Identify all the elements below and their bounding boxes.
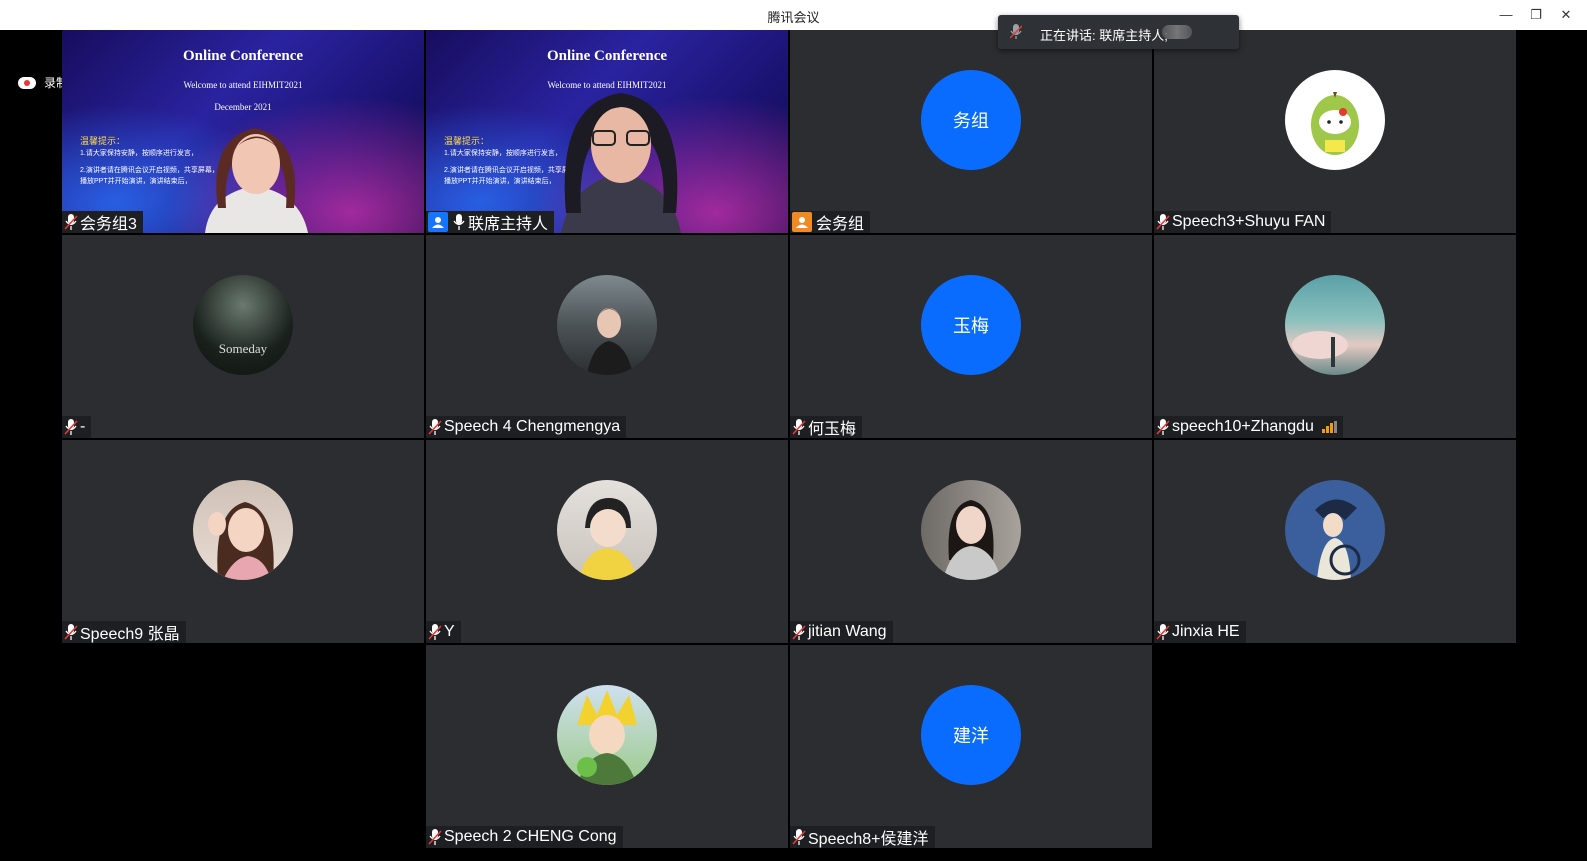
photo-avatar xyxy=(557,480,657,580)
close-button[interactable]: ✕ xyxy=(1555,6,1577,24)
participant-name: Jinxia HE xyxy=(1172,623,1240,640)
photo-avatar xyxy=(193,480,293,580)
participant-tile[interactable]: jitian Wang xyxy=(790,440,1152,643)
slide-note-title: 温馨提示： xyxy=(444,136,490,146)
mic-muted-icon xyxy=(792,419,806,435)
participant-name-label: speech10+Zhangdu xyxy=(1154,416,1343,438)
mic-muted-icon xyxy=(1156,624,1170,640)
participant-tile[interactable]: Speech3+Shuyu FAN xyxy=(1154,30,1516,233)
shared-slide-background: Online Conference Welcome to attend EIHM… xyxy=(62,30,424,233)
participant-name-label: 会务组3 xyxy=(62,211,143,233)
participant-tile[interactable]: Jinxia HE xyxy=(1154,440,1516,643)
participant-name-label: jitian Wang xyxy=(790,621,893,643)
cloud-record-icon xyxy=(18,76,36,89)
mic-muted-icon xyxy=(428,419,442,435)
blurred-name xyxy=(1162,25,1192,39)
slide-title: Online Conference xyxy=(182,48,304,64)
mic-muted-icon xyxy=(1156,214,1170,230)
participant-name-label: 何玉梅 xyxy=(790,416,863,438)
slide-note-title: 温馨提示： xyxy=(80,136,126,146)
participant-name: Y xyxy=(444,623,455,640)
shared-slide-background: Online Conference Welcome to attend EIHM… xyxy=(426,30,788,233)
participant-name-label: Speech 2 CHENG Cong xyxy=(426,826,623,848)
participant-tile[interactable]: Speech 2 CHENG Cong xyxy=(426,645,788,848)
participant-tile[interactable]: Speech9 张晶 xyxy=(62,440,424,643)
participant-tile[interactable]: speech10+Zhangdu xyxy=(1154,235,1516,438)
participant-tile[interactable]: Y xyxy=(426,440,788,643)
photo-avatar xyxy=(557,275,657,375)
window-title: 腾讯会议 xyxy=(767,10,820,25)
mic-muted-icon xyxy=(792,829,806,845)
mic-muted-icon xyxy=(428,829,442,845)
cohost-icon xyxy=(428,212,448,232)
host-icon xyxy=(792,212,812,232)
photo-avatar xyxy=(921,480,1021,580)
participant-name: speech10+Zhangdu xyxy=(1172,418,1314,435)
minimize-button[interactable]: — xyxy=(1495,6,1517,24)
participant-video-person xyxy=(205,128,308,233)
participant-name-label: Speech9 张晶 xyxy=(62,621,186,643)
mic-muted-icon xyxy=(64,624,78,640)
mic-muted-icon xyxy=(1156,419,1170,435)
participant-name: - xyxy=(80,418,86,435)
participant-name: Speech 2 CHENG Cong xyxy=(444,828,617,845)
participant-name-label: - xyxy=(62,416,92,438)
someday-avatar: Someday xyxy=(193,275,293,375)
speaking-banner: 正在讲话: 联席主持人; xyxy=(998,15,1239,49)
kitty-pear-avatar-icon xyxy=(1285,70,1385,170)
participant-tile[interactable]: Someday - xyxy=(62,235,424,438)
slide-subtitle: Welcome to attend EIHMIT2021 xyxy=(183,80,303,90)
participant-name: jitian Wang xyxy=(808,623,887,640)
participant-tile[interactable]: 建洋 Speech8+侯建洋 xyxy=(790,645,1152,848)
mic-muted-icon xyxy=(1010,24,1022,39)
participant-name-label: Jinxia HE xyxy=(1154,621,1246,643)
participant-tile-active-speaker[interactable]: Online Conference Welcome to attend EIHM… xyxy=(426,30,788,233)
participant-name: Speech9 张晶 xyxy=(80,626,180,643)
participant-tile[interactable]: Online Conference Welcome to attend EIHM… xyxy=(62,30,424,233)
participant-grid: Online Conference Welcome to attend EIHM… xyxy=(62,30,1517,850)
participant-name: 会务组3 xyxy=(80,216,137,233)
speaking-text: 正在讲话: 联席主持人; xyxy=(1040,28,1168,43)
initials-avatar: 玉梅 xyxy=(921,275,1021,375)
participant-name: 会务组 xyxy=(816,216,865,233)
network-signal-icon xyxy=(1321,421,1337,433)
participant-name: 联席主持人 xyxy=(468,216,549,233)
restore-button[interactable]: ❐ xyxy=(1525,6,1547,24)
participant-name: Speech 4 Chengmengya xyxy=(444,418,621,435)
mic-active-icon xyxy=(453,214,465,230)
title-bar: 腾讯会议 — ❐ ✕ xyxy=(0,0,1587,30)
anime-avatar xyxy=(557,685,657,785)
participant-name-label: 会务组 xyxy=(790,211,871,233)
participant-tile[interactable]: 玉梅 何玉梅 xyxy=(790,235,1152,438)
photo-avatar xyxy=(1285,480,1385,580)
mic-muted-icon xyxy=(792,624,806,640)
initials-avatar: 建洋 xyxy=(921,685,1021,785)
participant-name: Speech8+侯建洋 xyxy=(808,831,929,848)
participant-name-label: 联席主持人 xyxy=(426,211,555,233)
participant-name-label: Speech3+Shuyu FAN xyxy=(1154,211,1332,233)
photo-avatar xyxy=(1285,275,1385,375)
participant-name-label: Y xyxy=(426,621,461,643)
participant-tile[interactable]: 务组 会务组 xyxy=(790,30,1152,233)
participant-name-label: Speech 4 Chengmengya xyxy=(426,416,627,438)
participant-tile[interactable]: Speech 4 Chengmengya xyxy=(426,235,788,438)
participant-name: 何玉梅 xyxy=(808,421,857,438)
mic-muted-icon xyxy=(64,419,78,435)
mic-muted-icon xyxy=(428,624,442,640)
participant-name: Speech3+Shuyu FAN xyxy=(1172,213,1326,230)
initials-avatar: 务组 xyxy=(921,70,1021,170)
participant-name-label: Speech8+侯建洋 xyxy=(790,826,935,848)
mic-muted-icon xyxy=(64,214,78,230)
participant-video-person xyxy=(561,93,681,233)
avatar-text: Someday xyxy=(218,341,268,356)
